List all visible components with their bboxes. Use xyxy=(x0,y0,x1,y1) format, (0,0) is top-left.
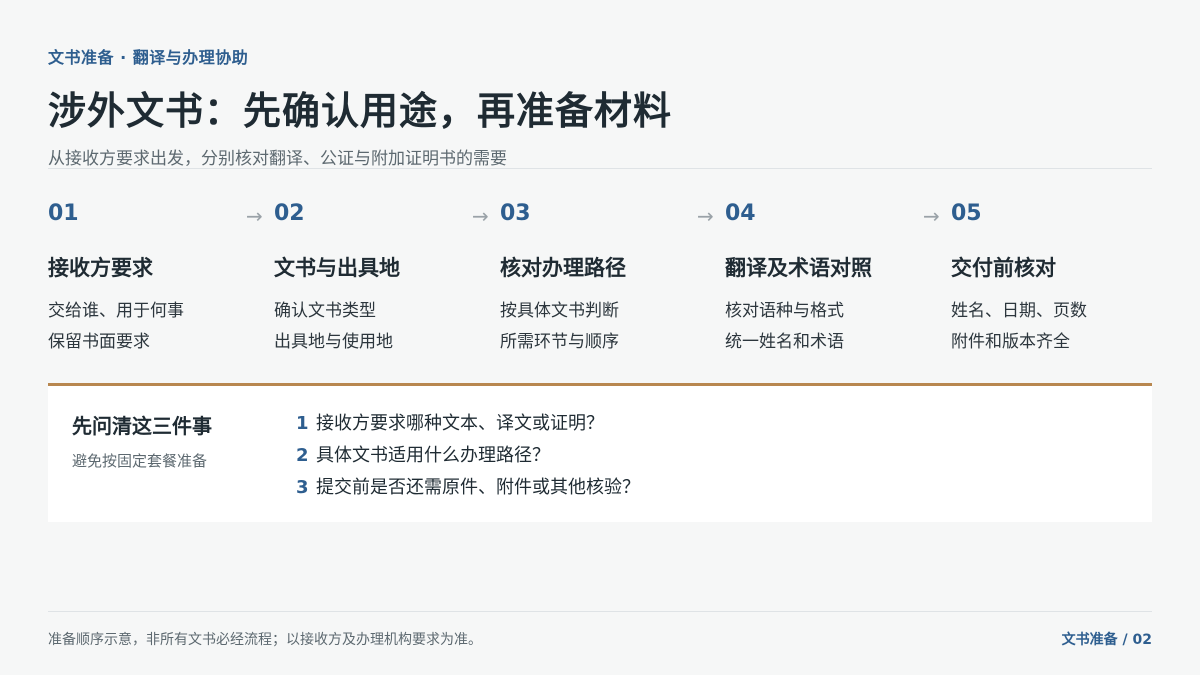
step-detail: 按具体文书判断 xyxy=(500,301,619,321)
step-5: → 05 交付前核对 姓名、日期、页数 附件和版本齐全 xyxy=(923,198,1161,358)
question-text: 提交前是否还需原件、附件或其他核验？ xyxy=(316,477,640,498)
question-number: 3 xyxy=(296,477,309,498)
step-3: → 03 核对办理路径 按具体文书判断 所需环节与顺序 xyxy=(472,198,710,358)
step-detail: 姓名、日期、页数 xyxy=(951,301,1087,321)
question-list: 1 接收方要求哪种文本、译文或证明？ 2 具体文书适用什么办理路径？ 3 提交前是否还… xyxy=(296,410,640,506)
footer-note: 准备顺序示意，非所有文书必经流程；以接收方及办理机构要求为准。 xyxy=(48,632,482,648)
step-number: 03 xyxy=(500,201,531,226)
step-4: → 04 翻译及术语对照 核对语种与格式 统一姓名和术语 xyxy=(697,198,935,358)
list-item: 3 提交前是否还需原件、附件或其他核验？ xyxy=(296,474,640,506)
question-number: 1 xyxy=(296,413,309,434)
step-detail: 出具地与使用地 xyxy=(274,332,393,352)
step-title: 交付前核对 xyxy=(951,256,1056,280)
step-detail: 交给谁、用于何事 xyxy=(48,301,184,321)
step-title: 文书与出具地 xyxy=(274,256,400,280)
list-item: 2 具体文书适用什么办理路径？ xyxy=(296,442,640,474)
step-detail: 所需环节与顺序 xyxy=(500,332,619,352)
page-title: 涉外文书：先确认用途，再准备材料 xyxy=(48,89,673,133)
page-subtitle: 从接收方要求出发，分别核对翻译、公证与附加证明书的需要 xyxy=(48,149,507,169)
process-steps: 01 接收方要求 交给谁、用于何事 保留书面要求 → 02 文书与出具地 确认文… xyxy=(48,198,1152,368)
footer-divider xyxy=(48,611,1152,612)
step-number: 05 xyxy=(951,201,982,226)
page-indicator: 文书准备 / 02 xyxy=(1061,632,1152,648)
step-detail: 统一姓名和术语 xyxy=(725,332,844,352)
arrow-right-icon: → xyxy=(923,204,940,228)
step-detail: 附件和版本齐全 xyxy=(951,332,1070,352)
arrow-right-icon: → xyxy=(697,204,714,228)
step-number: 02 xyxy=(274,201,305,226)
panel-subheading: 避免按固定套餐准备 xyxy=(72,452,208,470)
arrow-right-icon: → xyxy=(246,204,263,228)
step-1: 01 接收方要求 交给谁、用于何事 保留书面要求 xyxy=(48,198,258,358)
panel-heading: 先问清这三件事 xyxy=(72,414,212,438)
question-text: 具体文书适用什么办理路径？ xyxy=(316,445,550,466)
question-number: 2 xyxy=(296,445,309,466)
step-detail: 保留书面要求 xyxy=(48,332,150,352)
step-number: 04 xyxy=(725,201,756,226)
step-detail: 确认文书类型 xyxy=(274,301,376,321)
step-2: → 02 文书与出具地 确认文书类型 出具地与使用地 xyxy=(246,198,484,358)
section-kicker: 文书准备 · 翻译与办理协助 xyxy=(48,48,249,67)
question-text: 接收方要求哪种文本、译文或证明？ xyxy=(316,413,604,434)
key-questions-panel: 先问清这三件事 避免按固定套餐准备 1 接收方要求哪种文本、译文或证明？ 2 具体文… xyxy=(48,383,1152,522)
step-detail: 核对语种与格式 xyxy=(725,301,844,321)
step-number: 01 xyxy=(48,201,79,226)
top-divider xyxy=(48,168,1152,169)
step-title: 核对办理路径 xyxy=(500,256,626,280)
arrow-right-icon: → xyxy=(472,204,489,228)
step-title: 接收方要求 xyxy=(48,256,153,280)
list-item: 1 接收方要求哪种文本、译文或证明？ xyxy=(296,410,640,442)
step-title: 翻译及术语对照 xyxy=(725,256,872,280)
